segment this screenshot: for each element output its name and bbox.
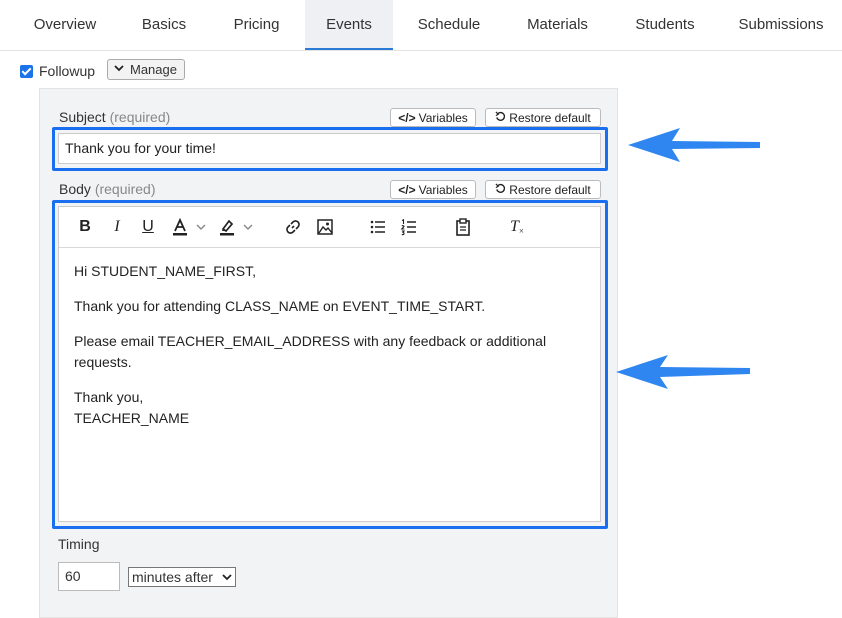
body-signature: TEACHER_NAME (74, 410, 190, 426)
body-signoff: Thank you, (74, 389, 144, 405)
body-signoff-block: Thank you, TEACHER_NAME (74, 387, 574, 429)
chevron-down-icon (114, 64, 124, 75)
tab-schedule[interactable]: Schedule (393, 0, 505, 50)
clear-formatting-letter: T (510, 218, 519, 235)
image-icon[interactable] (315, 217, 335, 237)
highlight-color-chevron-icon[interactable] (242, 217, 254, 237)
code-icon: </> (398, 110, 416, 125)
body-variables-label: Variables (418, 182, 468, 197)
body-required-text: (required) (94, 181, 156, 197)
text-color-icon[interactable] (170, 217, 190, 237)
clear-formatting-button[interactable]: T × (507, 217, 527, 237)
body-restore-label: Restore default (509, 182, 591, 197)
tab-pricing[interactable]: Pricing (208, 0, 305, 50)
tab-bar: Overview Basics Pricing Events Schedule … (0, 0, 842, 51)
tab-submissions[interactable]: Submissions (720, 0, 842, 50)
manage-button[interactable]: Manage (107, 59, 185, 80)
manage-button-label: Manage (130, 62, 177, 77)
followup-label: Followup (39, 63, 96, 79)
body-line1: Thank you for attending CLASS_NAME on EV… (74, 298, 486, 314)
code-icon: </> (398, 182, 416, 197)
body-label: Body (required) (59, 181, 156, 197)
numbered-list-icon[interactable] (399, 217, 419, 237)
editor-toolbar: B I U T × (59, 207, 600, 248)
subject-input[interactable]: Thank you for your time! (58, 133, 601, 164)
tab-events[interactable]: Events (305, 0, 393, 50)
body-greeting: Hi STUDENT_NAME_FIRST, (74, 263, 257, 279)
paste-clipboard-icon[interactable] (453, 217, 473, 237)
subject-required-text: (required) (109, 109, 171, 125)
body-line2b: requests. (74, 354, 132, 370)
body-editor[interactable]: B I U T × Hi STUDENT_NAME_FIRST, Thank y… (58, 206, 601, 522)
tab-students[interactable]: Students (610, 0, 720, 50)
select-chevron-icon (222, 568, 232, 593)
subject-restore-label: Restore default (509, 110, 591, 125)
bulleted-list-icon[interactable] (368, 217, 388, 237)
followup-row: Followup (20, 60, 95, 82)
timing-label: Timing (58, 536, 100, 552)
body-variables-button[interactable]: </> Variables (390, 180, 476, 199)
subject-label-text: Subject (59, 109, 106, 125)
subject-label: Subject (required) (59, 109, 170, 125)
subject-restore-default-button[interactable]: Restore default (485, 108, 601, 127)
body-content[interactable]: Hi STUDENT_NAME_FIRST, Thank you for att… (74, 261, 574, 443)
timing-unit-select[interactable]: minutes after (128, 567, 236, 587)
body-pointer-arrow-icon (616, 355, 750, 389)
subject-variables-button[interactable]: </> Variables (390, 108, 476, 127)
highlight-color-icon[interactable] (217, 217, 237, 237)
body-line2: Please email TEACHER_EMAIL_ADDRESS with … (74, 331, 574, 373)
bold-button[interactable]: B (77, 217, 93, 237)
body-label-text: Body (59, 181, 91, 197)
tab-basics[interactable]: Basics (120, 0, 208, 50)
text-color-chevron-icon[interactable] (195, 217, 207, 237)
link-icon[interactable] (283, 217, 303, 237)
underline-button[interactable]: U (140, 217, 156, 237)
restore-icon (495, 182, 506, 197)
body-line2a: Please email TEACHER_EMAIL_ADDRESS with … (74, 333, 547, 349)
restore-icon (495, 110, 506, 125)
timing-input[interactable]: 60 (58, 562, 120, 591)
subject-pointer-arrow-icon (628, 128, 760, 162)
italic-button[interactable]: I (109, 217, 125, 237)
tab-overview[interactable]: Overview (10, 0, 120, 50)
tab-materials[interactable]: Materials (505, 0, 610, 50)
timing-unit-value: minutes after (132, 569, 213, 585)
clear-formatting-x-icon: × (518, 226, 524, 236)
followup-checkbox[interactable] (20, 64, 33, 78)
body-restore-default-button[interactable]: Restore default (485, 180, 601, 199)
subject-variables-label: Variables (418, 110, 468, 125)
